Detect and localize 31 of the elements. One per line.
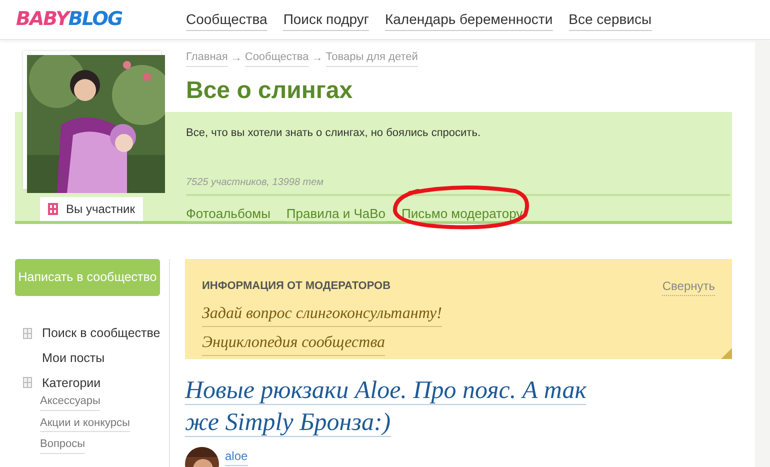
nav-link[interactable]: Сообщества [186,8,268,30]
grid-icon [48,203,58,215]
community-stats: 7525 участников, 13998 тем [186,176,324,190]
panel-heading: ИНФОРМАЦИЯ ОТ МОДЕРАТОРОВ [202,279,391,294]
nav-link[interactable]: Календарь беременности [384,8,553,30]
author-link[interactable]: aloe [225,447,248,466]
collapse-link[interactable]: Свернуть [662,277,715,296]
member-button[interactable]: Вы участник [40,197,143,221]
breadcrumb-link[interactable]: Сообщества [244,49,309,66]
nav-link[interactable]: Все сервисы [568,8,652,30]
folded-corner-icon [721,348,732,359]
breadcrumb-separator: → [230,50,242,66]
breadcrumb-link[interactable]: Товары для детей [326,49,418,66]
category-link[interactable]: Акции и конкурсы [40,414,130,432]
info-link[interactable]: Задай вопрос слингоконсультанту! [202,302,442,327]
community-tab[interactable]: Письмо модератору [402,206,523,222]
sidebar-item[interactable]: Поиск в сообществе [42,324,160,343]
category-link[interactable]: Аксессуары [40,393,100,411]
community-description: Все, что вы хотели знать о слингах, но боялись спросить. [186,126,482,140]
logo[interactable]: BABYBLOG [16,5,186,34]
community-tab[interactable]: Правила и ЧаВо [286,206,386,222]
sidebar-item[interactable]: Мои посты [42,348,105,368]
community-title: Все о слингах [186,76,354,106]
sidebar-item[interactable]: Категории [42,374,101,392]
breadcrumb-separator: → [312,50,323,66]
breadcrumb-link[interactable]: Главная [186,49,228,66]
category-link[interactable]: Вопросы [40,436,86,454]
post-title[interactable]: Новые рюкзаки Aloe. Про пояс. А так же Simply Бронза:) [185,375,615,439]
info-link[interactable]: Энциклопедия сообщества [202,331,386,356]
nav-link[interactable]: Поиск подруг [283,8,369,30]
community-tab[interactable]: Фотоальбомы [186,206,270,222]
